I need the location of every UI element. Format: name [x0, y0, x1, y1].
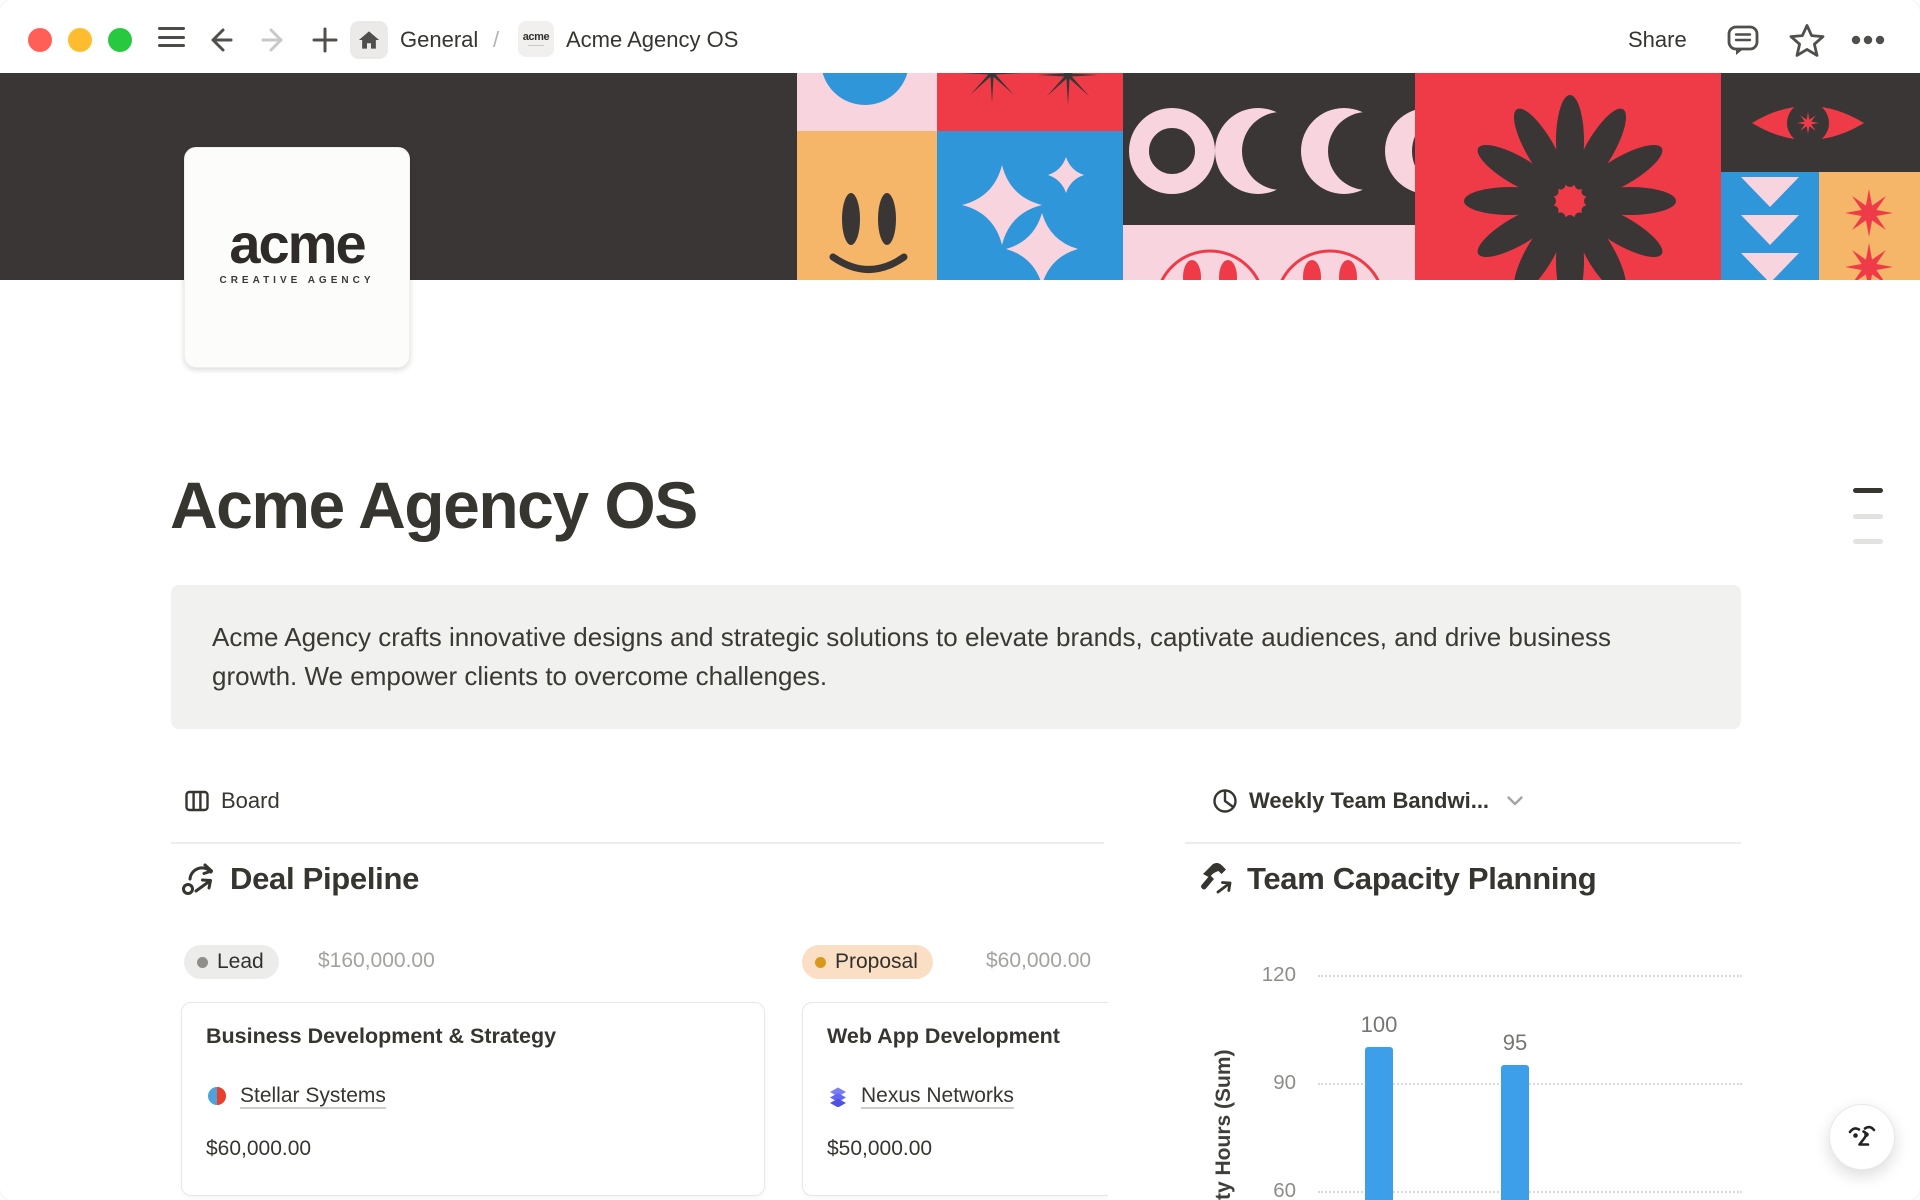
breadcrumb-page[interactable]: Acme Agency OS [566, 27, 738, 53]
more-options-button[interactable] [1850, 22, 1886, 58]
column-total: $160,000.00 [318, 949, 435, 973]
deal-pipeline-heading[interactable]: Deal Pipeline [180, 860, 419, 898]
team-capacity-title: Team Capacity Planning [1247, 861, 1596, 897]
notion-ai-button[interactable] [1829, 1104, 1895, 1170]
board-icon [184, 788, 210, 814]
chart-y-axis-label: ty Hours (Sum) [1212, 1028, 1238, 1200]
breadcrumb-page-icon[interactable]: acme [518, 21, 554, 57]
logo-tagline: CREATIVE AGENCY [185, 275, 409, 286]
deal-pipeline-title: Deal Pipeline [230, 861, 419, 897]
pipeline-icon [180, 860, 218, 898]
deal-title: Business Development & Strategy [206, 1024, 740, 1049]
y-tick-90: 90 [1236, 1069, 1296, 1097]
breadcrumb-separator: / [493, 27, 499, 53]
forward-button[interactable] [258, 25, 288, 55]
zoom-window-button[interactable] [108, 28, 132, 52]
nexus-networks-icon [827, 1085, 849, 1107]
y-tick-60: 60 [1236, 1177, 1296, 1200]
minimize-window-button[interactable] [68, 28, 92, 52]
close-window-button[interactable] [28, 28, 52, 52]
toc-indicator[interactable] [1853, 539, 1883, 544]
deal-card[interactable]: Business Development & Strategy Stellar … [181, 1002, 765, 1196]
deal-amount: $50,000.00 [827, 1137, 1108, 1161]
callout-text: Acme Agency crafts innovative designs an… [171, 585, 1701, 696]
kanban-board: Lead $160,000.00 Business Development & … [171, 930, 1108, 1200]
new-page-button[interactable] [310, 25, 340, 55]
toolbar: General / acme Acme Agency OS Share [0, 0, 1920, 73]
share-button[interactable]: Share [1628, 27, 1687, 53]
divider [1185, 842, 1741, 844]
stellar-systems-icon [206, 1085, 228, 1107]
bar-value-label: 100 [1343, 1012, 1415, 1038]
deal-card[interactable]: Web App Development Nexus Networks $50,0… [802, 1002, 1108, 1196]
back-button[interactable] [206, 25, 236, 55]
pie-chart-icon [1212, 788, 1238, 814]
company-link[interactable]: Stellar Systems [240, 1084, 386, 1108]
home-button[interactable] [350, 21, 388, 59]
status-pill-lead[interactable]: Lead [184, 945, 279, 979]
sidebar-menu-button[interactable] [158, 27, 185, 47]
bar-value-label: 95 [1479, 1030, 1551, 1056]
company-link[interactable]: Nexus Networks [861, 1084, 1014, 1108]
ai-face-icon [1842, 1117, 1882, 1157]
toc-indicator[interactable] [1853, 514, 1883, 519]
chart-view-selector[interactable]: Weekly Team Bandwi... [1212, 788, 1524, 814]
page-title[interactable]: Acme Agency OS [170, 468, 697, 542]
toc-indicator-active[interactable] [1853, 488, 1883, 493]
favorite-star-button[interactable] [1789, 22, 1825, 58]
status-dot [197, 957, 208, 968]
divider [171, 842, 1104, 844]
logo-wordmark: acme [185, 216, 409, 272]
status-dot [815, 957, 826, 968]
breadcrumb-root[interactable]: General [400, 27, 478, 53]
workspace-logo-card: acme CREATIVE AGENCY [184, 147, 410, 368]
status-label: Proposal [835, 950, 918, 974]
board-view-tab[interactable]: Board [184, 788, 280, 814]
y-tick-120: 120 [1236, 961, 1296, 989]
status-label: Lead [217, 950, 264, 974]
chevron-down-icon [1506, 794, 1524, 808]
gridline [1318, 975, 1742, 977]
board-tab-label: Board [221, 788, 280, 814]
chart-bar-1 [1365, 1047, 1393, 1200]
hammer-icon [1197, 860, 1235, 898]
deal-title: Web App Development [827, 1024, 1108, 1049]
home-icon [356, 27, 382, 53]
chart-view-label: Weekly Team Bandwi... [1249, 788, 1489, 814]
team-capacity-heading[interactable]: Team Capacity Planning [1197, 860, 1596, 898]
column-total: $60,000.00 [986, 949, 1091, 973]
comments-button[interactable] [1725, 22, 1761, 58]
status-pill-proposal[interactable]: Proposal [802, 945, 933, 979]
app-window: General / acme Acme Agency OS Share [0, 0, 1920, 1200]
callout-block[interactable]: Acme Agency crafts innovative designs an… [171, 585, 1741, 729]
chart-bar-2 [1501, 1065, 1529, 1200]
deal-amount: $60,000.00 [206, 1137, 740, 1161]
